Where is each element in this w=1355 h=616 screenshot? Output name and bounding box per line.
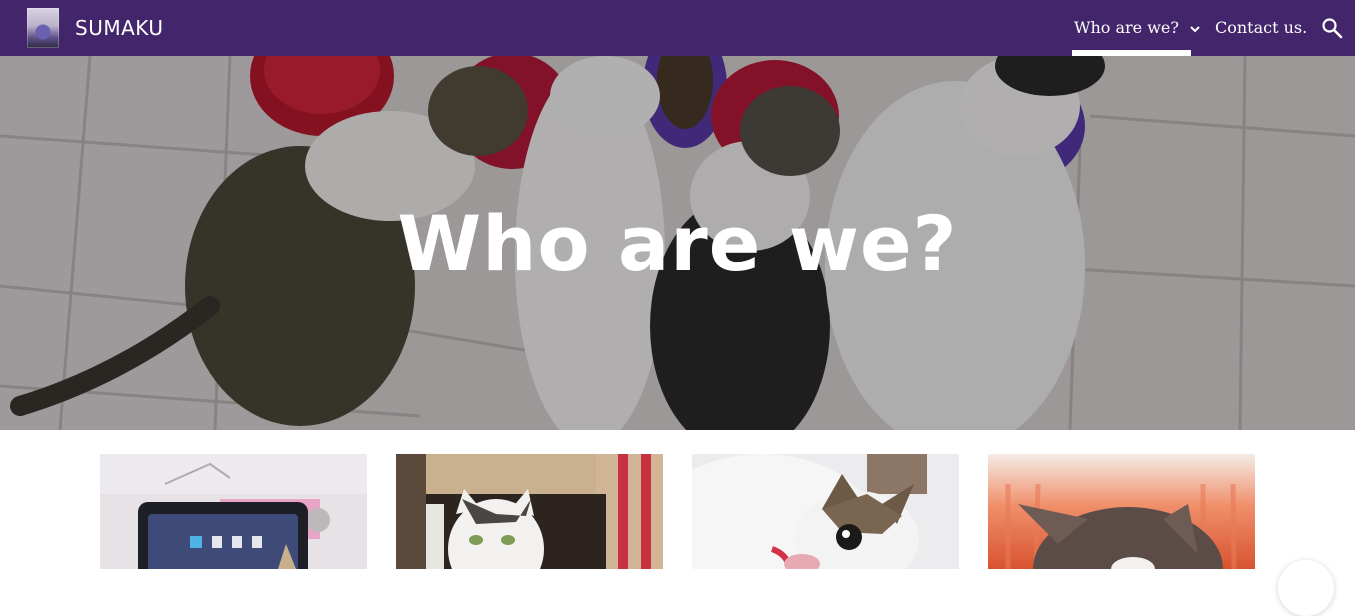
cat-in-box-photo bbox=[396, 454, 663, 569]
site-logo[interactable] bbox=[27, 8, 59, 48]
cat-lying-photo bbox=[692, 454, 959, 569]
chevron-down-icon[interactable] bbox=[1188, 22, 1202, 36]
hero-banner: Who are we? bbox=[0, 56, 1355, 430]
cat-with-tablet-photo bbox=[100, 454, 367, 569]
floating-action-button[interactable] bbox=[1278, 560, 1334, 616]
search-icon[interactable] bbox=[1320, 16, 1344, 40]
nav-item-contact-us[interactable]: Contact us. bbox=[1215, 0, 1307, 56]
cat-by-curtain-photo bbox=[988, 454, 1255, 569]
site-header: SUMAKU Who are we? Contact us. bbox=[0, 0, 1355, 56]
hero-title: Who are we? bbox=[397, 199, 958, 288]
nav-item-who-are-we[interactable]: Who are we? bbox=[1074, 0, 1202, 56]
site-title[interactable]: SUMAKU bbox=[75, 14, 164, 42]
nav-item-label: Who are we? bbox=[1074, 18, 1179, 37]
